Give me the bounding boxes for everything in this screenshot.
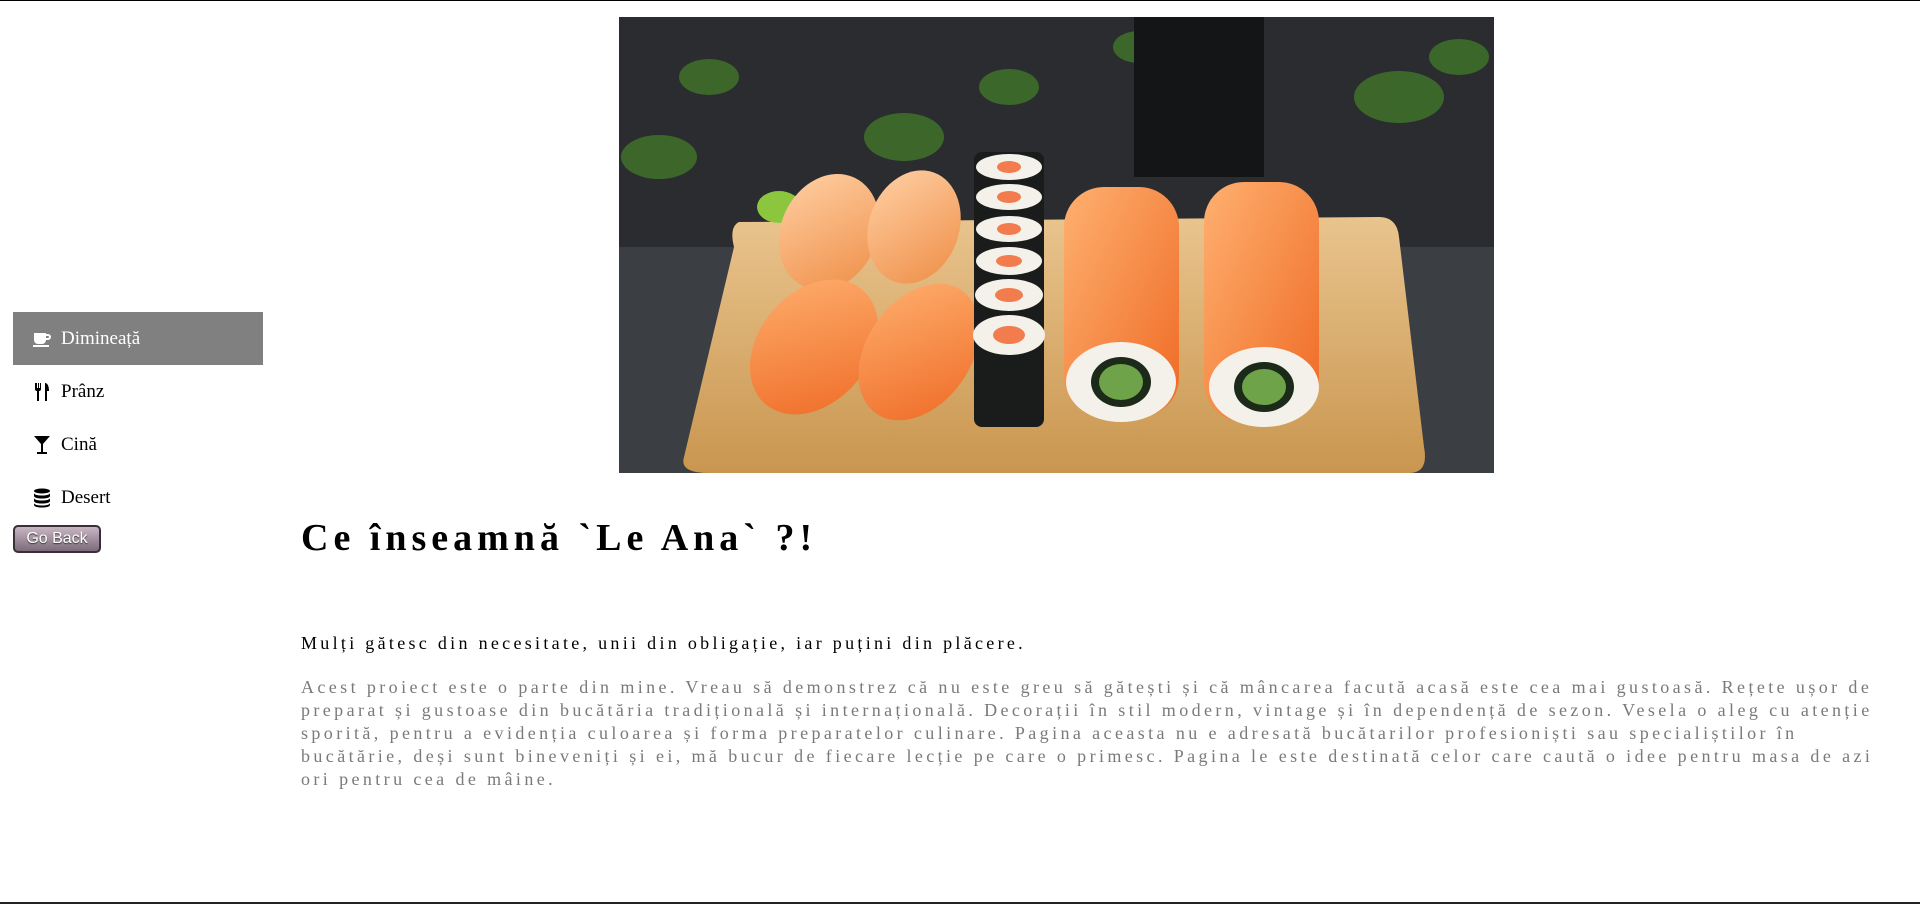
sidebar-item-label: Cină xyxy=(61,433,97,455)
hero-image xyxy=(619,17,1494,473)
sidebar-item-dimineata[interactable]: Dimineață xyxy=(13,312,263,365)
sushi-illustration xyxy=(619,17,1494,473)
body-paragraph: Acest proiect este o parte din mine. Vre… xyxy=(301,677,1874,789)
cocktail-glass-icon xyxy=(31,435,53,455)
database-stack-icon xyxy=(31,488,53,508)
sidebar-item-pranz[interactable]: Prânz xyxy=(13,365,263,418)
coffee-cup-icon xyxy=(31,329,53,349)
sidebar-item-label: Desert xyxy=(61,486,111,508)
lead-text: Mulți gătesc din necesitate, unii din ob… xyxy=(301,633,1026,653)
sidebar-nav: Dimineață Prânz Cină Desert xyxy=(13,312,263,524)
sidebar-item-desert[interactable]: Desert xyxy=(13,471,263,524)
top-divider xyxy=(0,0,1920,1)
sidebar-item-label: Dimineață xyxy=(61,327,141,349)
go-back-button[interactable]: Go Back xyxy=(13,525,101,553)
sidebar-item-label: Prânz xyxy=(61,380,105,402)
sidebar-item-cina[interactable]: Cină xyxy=(13,418,263,471)
cutlery-icon xyxy=(31,382,53,402)
page-title: Ce înseamnă `Le Ana` ?! xyxy=(301,517,818,559)
